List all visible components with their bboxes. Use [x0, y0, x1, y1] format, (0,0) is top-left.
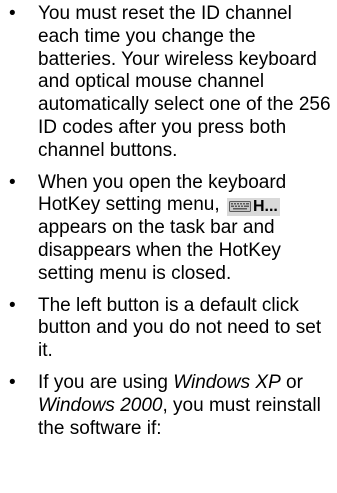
item-text-after: appears on the task bar and disappears w…: [38, 217, 281, 284]
bullet-list: • You must reset the ID channel each tim…: [8, 3, 333, 449]
item-text: The left button is a default click butto…: [38, 294, 322, 362]
list-item: • When you open the keyboard HotKey sett…: [8, 172, 333, 286]
list-item: • You must reset the ID channel each tim…: [8, 3, 333, 163]
list-item: • If you are using Windows XP or Windows…: [8, 372, 333, 440]
keyboard-icon: [228, 201, 251, 213]
bullet: •: [9, 294, 16, 316]
list-item: • The left button is a default click but…: [8, 295, 333, 363]
item-text: You must reset the ID channel each time …: [38, 3, 331, 161]
bullet: •: [9, 371, 16, 393]
taskbar-label: H...: [252, 197, 278, 215]
bullet: •: [9, 3, 16, 24]
item-text-part2: or: [280, 371, 303, 393]
item-text-part1: If you are using: [38, 371, 174, 393]
bullet: •: [9, 171, 16, 193]
taskbar-button: H...: [226, 197, 280, 216]
os-name-2000: Windows 2000: [38, 394, 163, 416]
os-name-xp: Windows XP: [173, 371, 281, 393]
